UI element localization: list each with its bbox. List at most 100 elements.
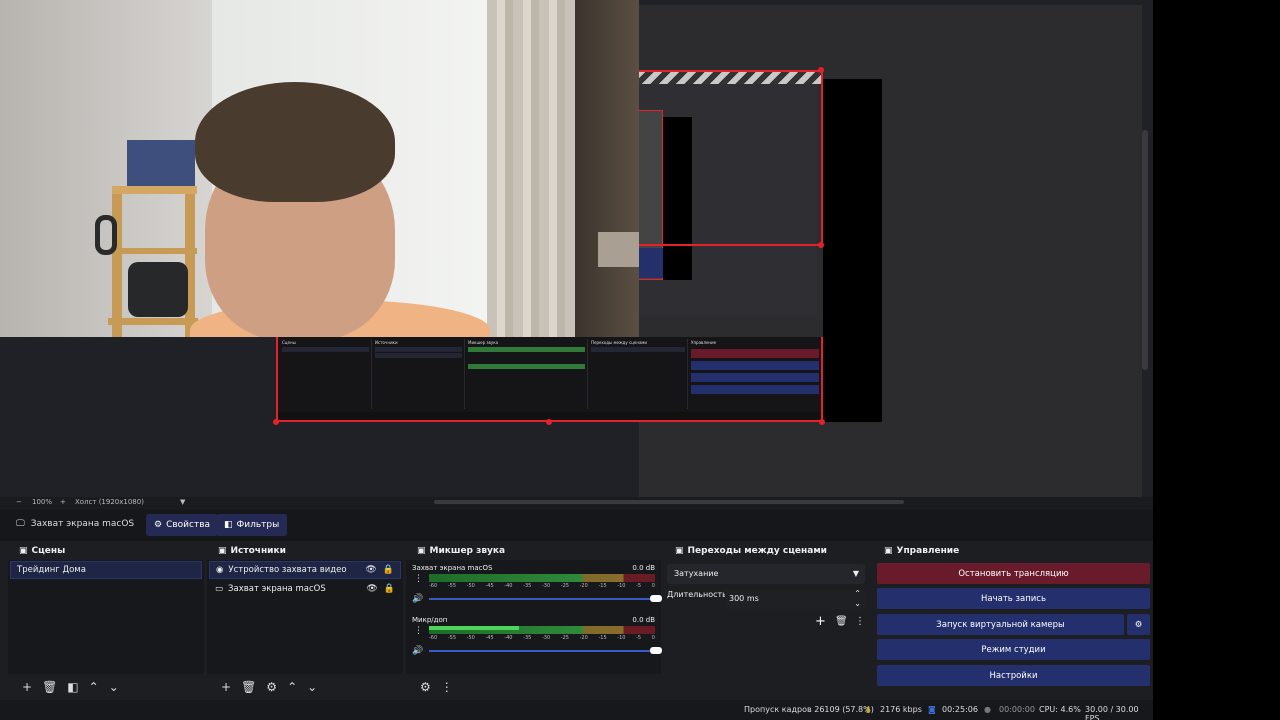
- desktop-black-area: [1153, 0, 1280, 720]
- scale-tick: -45: [485, 583, 494, 589]
- properties-button[interactable]: ⚙ Свойства: [146, 514, 219, 536]
- chevron-up-icon[interactable]: ⌃: [89, 680, 99, 694]
- preview-vertical-scrollbar[interactable]: [1142, 130, 1148, 370]
- mini-button: [691, 373, 819, 382]
- eye-icon[interactable]: 👁: [366, 584, 377, 594]
- mixer-dock: ▣ Микшер звука Захват экрана macOS 0.0 d…: [406, 542, 662, 700]
- scale-tick: -30: [541, 635, 551, 641]
- preview-horizontal-scrollbar[interactable]: [434, 500, 904, 504]
- chevron-down-icon[interactable]: ⌄: [307, 680, 317, 694]
- add-icon[interactable]: +: [22, 680, 32, 694]
- scale-tick: -50: [466, 635, 475, 641]
- eye-icon[interactable]: 👁: [365, 565, 376, 575]
- volume-slider[interactable]: 🔊: [412, 646, 662, 656]
- stop-stream-label: Остановить трансляцию: [958, 568, 1069, 579]
- meter-scale: -60 -55 -50 -45 -40 -35 -30 -25 -20 -15 -10 -5 0: [429, 583, 655, 589]
- volume-knob[interactable]: [650, 647, 662, 654]
- obs-window: Сцены Источники Микшер звука Переходы ме…: [0, 0, 1153, 720]
- transitions-title-label: Переходы между сценами: [687, 546, 827, 556]
- chevron-down-icon[interactable]: ▼: [180, 498, 185, 506]
- kebab-menu-icon[interactable]: ⋮: [855, 616, 865, 627]
- zoom-in-button[interactable]: +: [60, 498, 66, 506]
- resize-handle[interactable]: [818, 67, 824, 73]
- source-item[interactable]: ▭ Захват экрана macOS 👁 🔒: [209, 580, 401, 598]
- start-record-button[interactable]: Начать запись: [877, 588, 1150, 609]
- mixer-title-label: Микшер звука: [429, 546, 506, 556]
- start-record-label: Начать запись: [981, 593, 1046, 604]
- stop-stream-button[interactable]: Остановить трансляцию: [877, 563, 1150, 584]
- chevron-up-icon[interactable]: ⌃: [287, 680, 297, 694]
- chevron-down-icon[interactable]: ⌄: [109, 680, 119, 694]
- scale-tick: -55: [447, 583, 456, 589]
- add-icon[interactable]: +: [221, 680, 231, 694]
- scene-item[interactable]: Трейдинг Дома: [10, 561, 202, 579]
- transitions-title: ▣ Переходы между сценами: [664, 542, 870, 560]
- volume-meter: [429, 574, 655, 582]
- settings-label: Настройки: [989, 670, 1038, 681]
- selected-source: 🖵 Захват экрана macOS: [16, 519, 134, 529]
- stream-icon: ◙: [928, 705, 936, 714]
- resize-handle[interactable]: [546, 419, 552, 425]
- resize-handle[interactable]: [818, 242, 824, 248]
- volume-knob[interactable]: [650, 595, 662, 602]
- trash-icon[interactable]: 🗑: [42, 680, 57, 694]
- source-item[interactable]: ◉ Устройство захвата видео 👁 🔒: [209, 561, 401, 579]
- scale-tick: -10: [617, 635, 626, 641]
- mixer-channel: Микр/доп 0.0 dB ⋮ -60 -55 -50 -45 -40 -35 -30-…: [412, 616, 662, 664]
- kebab-menu-icon[interactable]: ⋮: [414, 626, 423, 636]
- webcam-curtain-holder: [598, 232, 639, 267]
- source-label: Устройство захвата видео: [228, 565, 347, 575]
- virtual-cam-button[interactable]: Запуск виртуальной камеры: [877, 614, 1124, 635]
- cpu-usage: CPU: 4.6%: [1039, 705, 1081, 714]
- channel-db: 0.0 dB: [632, 616, 655, 624]
- lock-icon[interactable]: 🔒: [383, 565, 394, 575]
- settings-button[interactable]: Настройки: [877, 665, 1150, 686]
- add-transition-icon[interactable]: +: [815, 614, 826, 629]
- volume-track[interactable]: [429, 650, 655, 652]
- kebab-menu-icon[interactable]: ⋮: [414, 574, 423, 584]
- speaker-icon[interactable]: 🔊: [412, 594, 423, 604]
- source-item-controls: 👁 🔒: [365, 565, 400, 575]
- mini-meter: [468, 364, 585, 369]
- scale-tick: 0: [651, 583, 655, 589]
- scale-tick: 0: [651, 635, 655, 641]
- zoom-out-button[interactable]: −: [16, 498, 22, 506]
- trash-icon[interactable]: 🗑: [241, 680, 256, 694]
- filter-icon[interactable]: ◧: [67, 680, 78, 694]
- meter-scale: -60 -55 -50 -45 -40 -35 -30 -25 -20 -15 -10 -5 0: [429, 635, 655, 641]
- mixer-title: ▣ Микшер звука: [406, 542, 661, 560]
- webcam-source-preview[interactable]: [0, 0, 639, 337]
- duration-label: Длительность: [667, 590, 727, 599]
- stepper-icon[interactable]: ⌃ ⌄: [854, 589, 861, 609]
- dock-icon: ▣: [675, 546, 684, 556]
- virtual-cam-label: Запуск виртуальной камеры: [936, 619, 1065, 630]
- mini-meter: [468, 347, 585, 352]
- transition-select[interactable]: Затухание ▼: [667, 564, 865, 584]
- mini-button: [691, 385, 819, 394]
- controls-title: ▣ Управление: [873, 542, 1153, 560]
- webcam-doorway: [575, 0, 639, 337]
- kebab-menu-icon[interactable]: ⋮: [441, 680, 453, 694]
- virtual-cam-settings-button[interactable]: ⚙: [1127, 614, 1150, 635]
- preview-area[interactable]: Сцены Источники Микшер звука Переходы ме…: [0, 0, 1153, 497]
- speaker-icon[interactable]: 🔊: [412, 646, 423, 656]
- scale-tick: -15: [598, 583, 607, 589]
- mixer-toolbar: ⚙ ⋮: [406, 674, 661, 700]
- resize-handle[interactable]: [819, 419, 825, 425]
- duration-input[interactable]: 300 ms ⌃ ⌄: [725, 589, 865, 609]
- monitor-icon: ▭: [215, 584, 224, 594]
- mini-mixer: Микшер звука: [466, 339, 588, 409]
- mini-controls: Управление: [689, 339, 821, 409]
- trash-icon[interactable]: 🗑: [835, 616, 848, 627]
- advanced-audio-icon[interactable]: ⚙: [420, 680, 431, 694]
- volume-track[interactable]: [429, 598, 655, 600]
- resize-handle[interactable]: [273, 419, 279, 425]
- studio-mode-button[interactable]: Режим студии: [877, 639, 1150, 660]
- volume-slider[interactable]: 🔊: [412, 594, 662, 604]
- scale-tick: -25: [560, 635, 569, 641]
- filters-button[interactable]: ◧ Фильтры: [216, 514, 288, 536]
- lock-icon[interactable]: 🔒: [384, 584, 395, 594]
- gear-icon[interactable]: ⚙: [266, 680, 277, 694]
- stream-time: 00:25:06: [942, 705, 978, 714]
- scenes-title-label: Сцены: [31, 546, 66, 556]
